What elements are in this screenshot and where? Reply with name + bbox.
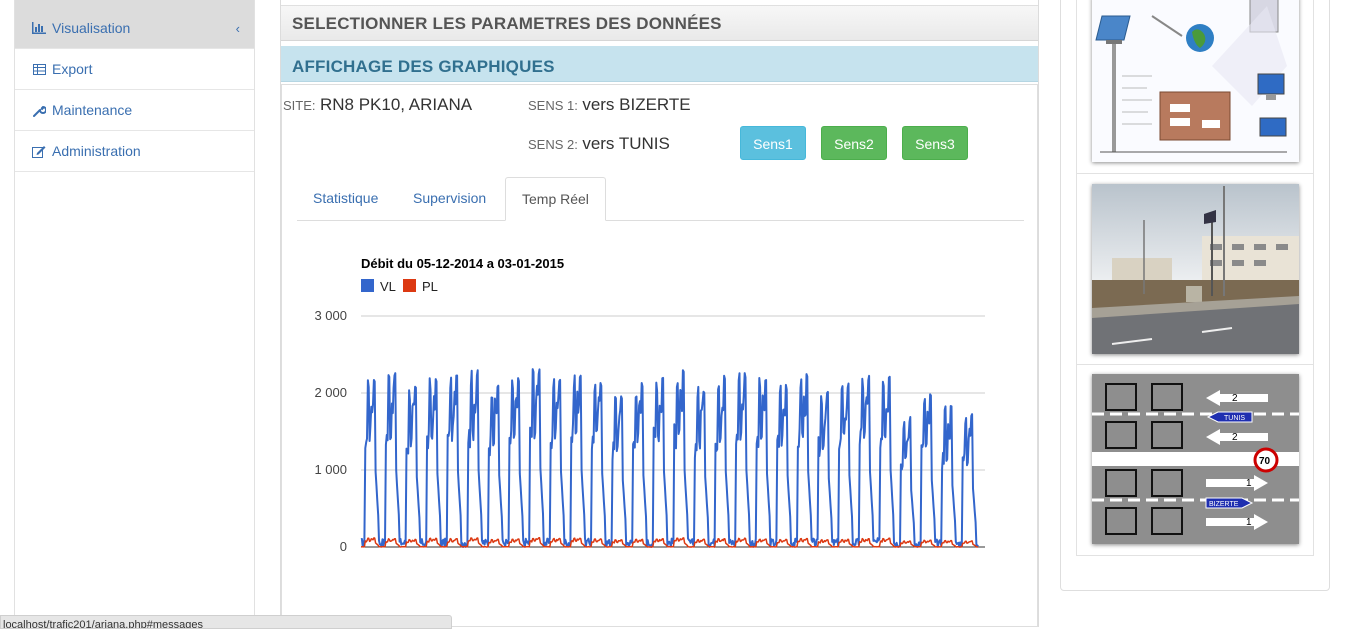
tab-statistique[interactable]: Statistique	[297, 177, 394, 219]
sens1-label: SENS 1:	[528, 98, 578, 113]
table-icon	[32, 62, 46, 76]
lane-diagram-image[interactable]: 2 TUNIS 2 70 1 BIZERTE 1	[1092, 374, 1299, 544]
wrench-icon	[32, 103, 46, 117]
bar-chart-icon	[32, 21, 46, 35]
chart-tabs: Statistique Supervision Temp Réel	[297, 177, 1024, 221]
main-panel: SELECTIONNER LES PARAMETRES DES DONNÉES …	[280, 0, 1039, 627]
y-tick-label: 2 000	[314, 385, 347, 400]
tab-temp-reel[interactable]: Temp Réel	[505, 177, 606, 221]
legend-swatch-vl[interactable]	[361, 279, 374, 292]
sens2-value: vers TUNIS	[582, 134, 670, 153]
traffic-line-chart: Débit du 05-12-2014 a 03-01-2015 VL PL 3…	[314, 256, 985, 554]
site-info: SITE: RN8 PK10, ARIANA	[283, 95, 472, 115]
chevron-left-icon[interactable]: ‹	[236, 21, 240, 36]
sidebar-item-visualisation[interactable]: Visualisation ‹	[15, 0, 254, 49]
speed-limit-sign: 70	[1259, 456, 1271, 467]
y-tick-label: 0	[340, 539, 347, 554]
lane-label-2-mid: 2	[1232, 432, 1238, 443]
sens1-button[interactable]: Sens1	[740, 126, 806, 160]
section-header-parameters[interactable]: SELECTIONNER LES PARAMETRES DES DONNÉES	[281, 5, 1038, 41]
y-tick-label: 1 000	[314, 462, 347, 477]
sens2-button[interactable]: Sens2	[821, 126, 887, 160]
sidebar-item-label: Maintenance	[52, 102, 133, 118]
site-value: RN8 PK10, ARIANA	[319, 95, 473, 114]
chart-series	[360, 368, 979, 548]
roadside-photo-image[interactable]	[1092, 184, 1299, 354]
sidebar-item-label: Administration	[52, 143, 141, 159]
status-url: localhost/trafic201/ariana.php#messages	[3, 619, 203, 629]
sens1-info: SENS 1: vers BIZERTE	[528, 95, 691, 115]
sidebar-item-label: Visualisation	[52, 20, 131, 36]
chart-legend: VL PL	[361, 279, 438, 294]
system-diagram-image[interactable]	[1092, 0, 1299, 162]
sens2-label: SENS 2:	[528, 137, 578, 152]
sidebar-item-administration[interactable]: Administration	[15, 131, 254, 172]
site-label: SITE:	[283, 98, 316, 113]
sens1-value: vers BIZERTE	[582, 95, 691, 114]
series-line-vl[interactable]	[360, 368, 979, 548]
legend-label-pl[interactable]: PL	[422, 279, 438, 294]
y-tick-label: 3 000	[314, 308, 347, 323]
lane-label-tunis: TUNIS	[1224, 415, 1245, 422]
legend-label-vl[interactable]: VL	[380, 279, 396, 294]
sidebar-item-export[interactable]: Export	[15, 49, 254, 90]
legend-swatch-pl[interactable]	[403, 279, 416, 292]
section-header-charts[interactable]: AFFICHAGE DES GRAPHIQUES	[281, 46, 1038, 82]
sens2-info: SENS 2: vers TUNIS	[528, 134, 670, 154]
sidebar-item-maintenance[interactable]: Maintenance	[15, 90, 254, 131]
chart-title: Débit du 05-12-2014 a 03-01-2015	[361, 256, 564, 271]
lane-label-2-top: 2	[1232, 393, 1238, 404]
lane-label-1-bottom: 1	[1246, 517, 1252, 528]
tab-supervision[interactable]: Supervision	[397, 177, 502, 219]
sidebar-item-label: Export	[52, 61, 93, 77]
sens3-button[interactable]: Sens3	[902, 126, 968, 160]
lane-label-bizerte: BIZERTE	[1209, 501, 1239, 508]
sidebar: Visualisation ‹ Export Maintenance Admin…	[14, 0, 255, 627]
lane-label-1-low: 1	[1246, 478, 1252, 489]
edit-icon	[32, 144, 46, 158]
chart-y-axis: 3 000 2 000 1 000 0	[314, 308, 347, 554]
